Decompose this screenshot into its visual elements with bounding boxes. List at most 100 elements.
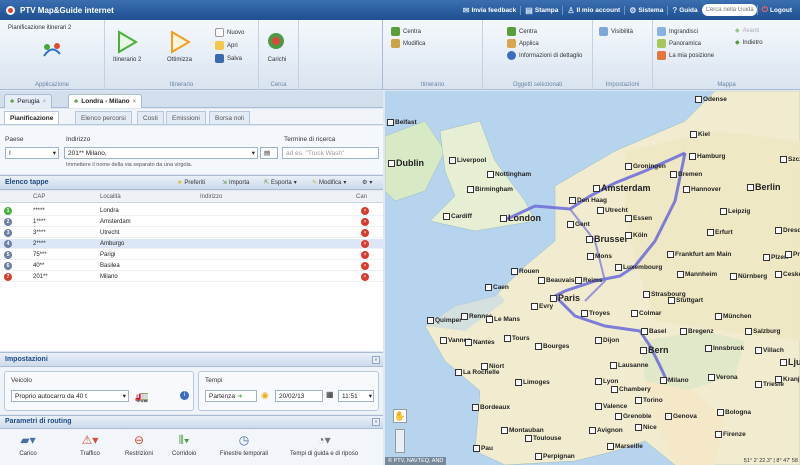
paese-label: Paese (5, 136, 24, 143)
logout-label: Logout (769, 6, 792, 14)
finestre-button[interactable]: ◷ Finestre temporali (220, 432, 268, 457)
zoom-slider[interactable] (395, 429, 405, 453)
paese-select[interactable]: I ▾ (5, 147, 59, 159)
info-button[interactable]: Informazioni di dettaglio (507, 51, 582, 60)
termine-placeholder: ad es. "Truck Wash" (286, 149, 345, 157)
pan-hand-icon[interactable]: ✋ (393, 409, 407, 423)
system-link[interactable]: ⚙ Sistema (624, 5, 667, 15)
cell-localita: Basilea (100, 263, 120, 269)
logout-link[interactable]: ⏻ Logout (756, 5, 796, 15)
delete-icon[interactable]: × (361, 240, 369, 248)
city-label: Erfurt (707, 229, 733, 236)
date-field[interactable]: 20/02/13 (275, 390, 323, 402)
close-icon[interactable]: × (133, 99, 137, 105)
table-row[interactable]: 5 75*** Parigi × (0, 250, 383, 260)
partenza-select[interactable]: Partenza ➜ (205, 390, 257, 402)
cargo-icon: ▰▾ (20, 433, 36, 447)
indirizzo-field[interactable]: 201** Milano, ▾ (64, 147, 258, 159)
itinerario2-button[interactable]: Itinerario 2 (113, 30, 141, 63)
ottimizza-button[interactable]: Ottimizza (167, 30, 192, 63)
table-row[interactable]: 4 2**** Amburgo × (0, 239, 383, 249)
carichi-button[interactable]: Carichi (265, 30, 289, 63)
tab-borsa-noli[interactable]: Borsa noli (209, 111, 250, 124)
map-view[interactable]: Odense Belfast Kiel Hamburg Dublin Liverpool N… (385, 91, 800, 465)
table-row[interactable]: 1 ***** Londra × (0, 206, 383, 216)
city-label: Prah (785, 251, 800, 258)
info-icon[interactable]: i (180, 391, 189, 400)
nuovo-button[interactable]: Nuovo (215, 28, 244, 37)
chevron-down-icon: ▾ (293, 180, 297, 186)
indietro-button[interactable]: ◆ Indietro (735, 39, 763, 47)
corridoio-button[interactable]: ⫴▾ Corridoio (172, 432, 196, 458)
table-row[interactable]: 6 40** Basilea × (0, 261, 383, 271)
delete-icon[interactable]: × (361, 273, 369, 281)
table-row[interactable]: 2 1**** Amsterdam × (0, 217, 383, 227)
tab-perugia[interactable]: ♣ Perugia × (4, 94, 53, 108)
time-field[interactable]: 11:51 ▾ (338, 390, 374, 402)
panoramica-button[interactable]: Panoramica (657, 39, 701, 48)
carico-button[interactable]: ▰▾ Carico (18, 432, 38, 457)
posizione-button[interactable]: La mia posizione (657, 51, 714, 60)
delete-icon[interactable]: × (361, 262, 369, 270)
tempi-guida-button[interactable]: ◔▾ Tempi di guida e di riposo (290, 432, 358, 457)
collapse-icon[interactable]: » (372, 418, 380, 426)
tab-emissioni[interactable]: Emissioni (166, 111, 206, 124)
centra-left-button[interactable]: Centra (391, 27, 421, 36)
preferiti-button[interactable]: ★ Preferiti (177, 179, 205, 187)
calendar-icon[interactable]: ▦ (326, 390, 334, 399)
ingrandisci-button[interactable]: Ingrandisci (657, 27, 698, 36)
posizione-label: La mia posizione (669, 52, 715, 59)
stop-marker-icon: 4 (4, 240, 12, 248)
feedback-link[interactable]: ✉ Invia feedback (459, 6, 521, 15)
apri-button[interactable]: Apri (215, 41, 238, 50)
options-button[interactable]: ⚙ ▾ (362, 179, 372, 186)
close-icon[interactable]: × (43, 99, 47, 105)
termine-input[interactable]: ad es. "Truck Wash" (282, 147, 379, 159)
veicolo-select[interactable]: Proprio autocarro da 40 t ▾ (11, 390, 129, 402)
delete-icon[interactable]: × (361, 207, 369, 215)
tab-pianificazione[interactable]: Pianificazione (4, 111, 60, 124)
salva-button[interactable]: Salva (215, 54, 242, 63)
visibilita-button[interactable]: Visibilità (599, 27, 633, 36)
guide-link[interactable]: ? Guida (667, 5, 701, 15)
table-row[interactable]: 7 201** Milano × (0, 272, 383, 282)
stop-marker-icon: 5 (4, 251, 12, 259)
delete-icon[interactable]: × (361, 229, 369, 237)
importa-button[interactable]: ⇲ Importa (222, 179, 249, 187)
city-label: Leipzig (720, 208, 750, 215)
account-link[interactable]: ♙ Il mio account (562, 5, 624, 15)
route-planning-icon[interactable] (40, 38, 64, 62)
restrizioni-button[interactable]: ⊖ Restrizioni (125, 432, 153, 457)
collapse-icon[interactable]: » (372, 356, 380, 364)
modifica-list-button[interactable]: ✎ Modifica ▾ (312, 179, 347, 187)
group-label-applicazione: Applicazione (34, 82, 70, 88)
modifica-button[interactable]: Modifica (391, 39, 425, 48)
routing-body: ▰▾ Carico ⚠▾ Traffico ⊖ Restrizioni ⫴▾ Corri… (0, 429, 383, 465)
delete-icon[interactable]: × (361, 218, 369, 226)
esporta-button[interactable]: ⇱ Esporta ▾ (264, 179, 297, 187)
clock-icon: ◉ (261, 390, 269, 400)
corridor-icon: ⫴▾ (178, 432, 190, 447)
city-label: London (500, 213, 541, 223)
address-book-button[interactable]: ▤ (260, 147, 278, 159)
delete-icon[interactable]: × (361, 251, 369, 259)
table-row[interactable]: 3 3**** Utrecht × (0, 228, 383, 238)
carichi-label: Carichi (267, 57, 287, 63)
star-icon: ★ (177, 180, 183, 186)
visibilita-label: Visibilità (611, 28, 633, 35)
city-label: Paris (550, 293, 580, 303)
avanti-button[interactable]: ◆ Avanti (735, 27, 759, 35)
guide-search-input[interactable] (701, 4, 757, 16)
traffico-button[interactable]: ⚠▾ Traffico (80, 432, 100, 457)
tab-elenco-percorsi[interactable]: Elenco percorsi (75, 111, 132, 124)
tab-costi[interactable]: Costi (137, 111, 164, 124)
city-label: Le Mans (486, 316, 520, 323)
centra-right-button[interactable]: Centra (507, 27, 537, 36)
chevron-down-icon: ▾ (343, 180, 347, 186)
city-label: Ljubljana (780, 357, 800, 367)
tab-londra-milano[interactable]: ♣ Londra - Milano × (68, 94, 143, 108)
city-label: Innsbruck (705, 345, 744, 352)
print-link[interactable]: ▤ Stampa (520, 5, 562, 15)
applica-button[interactable]: Applica (507, 39, 539, 48)
apri-label: Apri (227, 42, 238, 49)
